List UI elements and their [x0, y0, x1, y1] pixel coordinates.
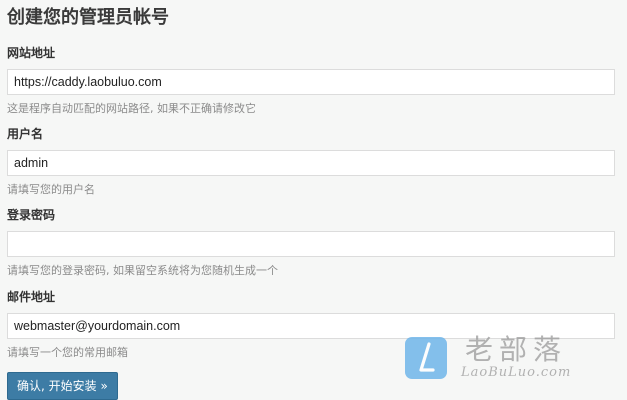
watermark: 老部落 LaoBuLuo.com: [405, 335, 605, 383]
site-url-field: 网站地址 这是程序自动匹配的网站路径, 如果不正确请修改它: [7, 45, 615, 116]
site-url-hint: 这是程序自动匹配的网站路径, 如果不正确请修改它: [7, 102, 256, 115]
site-url-input[interactable]: [7, 69, 615, 95]
username-hint: 请填写您的用户名: [7, 183, 95, 196]
password-hint: 请填写您的登录密码, 如果留空系统将为您随机生成一个: [7, 264, 278, 277]
site-url-label: 网站地址: [7, 46, 56, 60]
brand-logo-icon: [405, 337, 447, 379]
username-field: 用户名 请填写您的用户名: [7, 126, 615, 197]
username-input[interactable]: [7, 150, 615, 176]
page-title: 创建您的管理员帐号: [7, 7, 169, 28]
password-input[interactable]: [7, 231, 615, 257]
watermark-domain: LaoBuLuo.com: [461, 365, 572, 380]
install-submit-button[interactable]: 确认, 开始安装 »: [7, 372, 118, 400]
watermark-brand: 老部落: [465, 333, 568, 366]
email-label: 邮件地址: [7, 290, 56, 304]
password-field: 登录密码 请填写您的登录密码, 如果留空系统将为您随机生成一个: [7, 207, 615, 278]
password-label: 登录密码: [7, 208, 56, 222]
username-label: 用户名: [7, 127, 44, 141]
